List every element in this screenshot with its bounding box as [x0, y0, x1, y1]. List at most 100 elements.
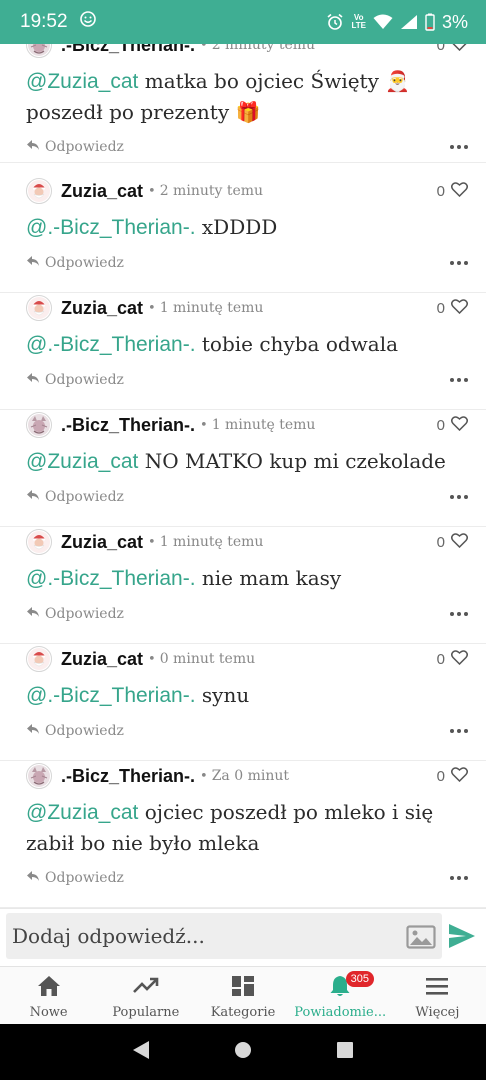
reply-button[interactable]: Odpowiedz	[26, 723, 124, 739]
like-count: 0	[436, 299, 445, 317]
like-control[interactable]: 0	[437, 181, 468, 201]
more-options-icon[interactable]	[450, 729, 468, 733]
heart-icon[interactable]	[451, 766, 468, 786]
reply-button[interactable]: Odpowiedz	[26, 255, 124, 271]
zuzia-avatar[interactable]	[26, 646, 52, 672]
like-control[interactable]: 0	[436, 766, 468, 786]
network-label: LTE	[351, 21, 366, 30]
zuzia-avatar[interactable]	[26, 295, 52, 321]
nav-notifications[interactable]: 305 Powiadomie...	[292, 967, 389, 1024]
zuzia-avatar[interactable]	[26, 178, 52, 204]
comment-author[interactable]: .-Bicz_Therian-.	[61, 766, 195, 787]
comment-author[interactable]: .-Bicz_Therian-.	[61, 44, 195, 56]
more-options-icon[interactable]	[450, 261, 468, 265]
comment: .-Bicz_Therian-. • Za 0 minut 0 @Zuzia_cat o…	[0, 761, 486, 908]
more-options-icon[interactable]	[450, 145, 468, 149]
comment-time: 1 minutę temu	[159, 534, 264, 550]
image-icon[interactable]	[406, 925, 436, 953]
nav-notifications-label: Powiadomie...	[294, 1005, 387, 1020]
home-icon	[37, 975, 61, 1001]
comment-author[interactable]: Zuzia_cat	[61, 532, 143, 553]
signal-icon	[400, 14, 418, 30]
more-options-icon[interactable]	[450, 876, 468, 880]
reply-button[interactable]: Odpowiedz	[26, 489, 124, 505]
reply-button[interactable]: Odpowiedz	[26, 870, 124, 886]
more-options-icon[interactable]	[450, 378, 468, 382]
comment-header: Zuzia_cat • 1 minutę temu 0	[26, 527, 468, 557]
comment-mention[interactable]: @Zuzia_cat	[26, 450, 138, 473]
separator-dot: •	[148, 651, 156, 667]
comment-mention[interactable]: @Zuzia_cat	[26, 801, 138, 824]
menu-icon	[425, 975, 449, 1001]
heart-icon[interactable]	[451, 649, 468, 669]
status-time: 19:52	[20, 11, 68, 32]
comment: Zuzia_cat • 0 minut temu 0 @.-Bicz_Therian-.…	[0, 644, 486, 761]
comment-footer: Odpowiedz	[26, 252, 468, 274]
like-control[interactable]: 0	[437, 44, 468, 55]
like-count: 0	[436, 416, 445, 434]
comment-body: @Zuzia_cat NO MATKO kup mi czekolade	[26, 446, 456, 477]
nav-new[interactable]: Nowe	[0, 967, 97, 1024]
battery-level: 3%	[441, 11, 468, 32]
comment-footer: Odpowiedz	[26, 867, 468, 889]
therian-avatar[interactable]	[26, 412, 52, 438]
like-count: 0	[436, 767, 445, 785]
heart-icon[interactable]	[451, 298, 468, 318]
heart-icon[interactable]	[451, 532, 468, 552]
back-icon[interactable]	[132, 1040, 150, 1064]
like-control[interactable]: 0	[437, 649, 468, 669]
reply-button[interactable]: Odpowiedz	[26, 606, 124, 622]
comment-time: Za 0 minut	[211, 768, 289, 784]
comment-time: 0 minut temu	[159, 651, 256, 667]
reply-button[interactable]: Odpowiedz	[26, 372, 124, 388]
reply-button[interactable]: Odpowiedz	[26, 139, 124, 155]
system-nav-bar	[0, 1024, 486, 1080]
comment-author[interactable]: Zuzia_cat	[61, 181, 143, 202]
trending-icon	[132, 975, 159, 1001]
comment-mention[interactable]: @.-Bicz_Therian-.	[26, 684, 196, 707]
heart-icon[interactable]	[451, 415, 468, 435]
like-control[interactable]: 0	[436, 415, 468, 435]
bottom-nav: Nowe Popularne Kategorie 305 Powiadomie.…	[0, 966, 486, 1024]
separator-dot: •	[200, 44, 208, 53]
comment-body: @Zuzia_cat ojciec poszedł po mleko i się…	[26, 797, 456, 858]
zuzia-avatar[interactable]	[26, 529, 52, 555]
more-options-icon[interactable]	[450, 612, 468, 616]
like-count: 0	[436, 533, 445, 551]
comment-text: xDDDD	[195, 215, 278, 239]
separator-dot: •	[148, 534, 156, 550]
comment-header: Zuzia_cat • 1 minutę temu 0	[26, 293, 468, 323]
like-control[interactable]: 0	[436, 298, 468, 318]
reply-label: Odpowiedz	[45, 255, 124, 271]
therian-avatar[interactable]	[26, 763, 52, 789]
more-options-icon[interactable]	[450, 495, 468, 499]
reply-arrow-icon	[26, 255, 40, 271]
recents-icon[interactable]	[336, 1041, 354, 1063]
home-circle-icon[interactable]	[234, 1041, 252, 1063]
comment-author[interactable]: Zuzia_cat	[61, 298, 143, 319]
comment-body: @.-Bicz_Therian-. tobie chyba odwala	[26, 329, 456, 360]
comment-mention[interactable]: @.-Bicz_Therian-.	[26, 333, 196, 356]
comment-mention[interactable]: @Zuzia_cat	[26, 70, 138, 93]
comment-author[interactable]: Zuzia_cat	[61, 649, 143, 670]
reply-label: Odpowiedz	[45, 606, 124, 622]
reply-arrow-icon	[26, 723, 40, 739]
therian-avatar[interactable]	[26, 44, 52, 58]
nav-popular[interactable]: Popularne	[97, 967, 194, 1024]
reply-input[interactable]	[6, 913, 442, 959]
like-control[interactable]: 0	[436, 532, 468, 552]
heart-icon[interactable]	[451, 44, 468, 55]
comment-mention[interactable]: @.-Bicz_Therian-.	[26, 216, 196, 239]
nav-more[interactable]: Więcej	[389, 967, 486, 1024]
smiley-icon	[79, 11, 96, 33]
heart-icon[interactable]	[451, 181, 468, 201]
like-count: 0	[436, 44, 445, 54]
comment-text: tobie chyba odwala	[195, 332, 399, 356]
nav-more-label: Więcej	[415, 1005, 460, 1020]
comment-footer: Odpowiedz	[26, 486, 468, 508]
comment-author[interactable]: .-Bicz_Therian-.	[61, 415, 195, 436]
nav-categories[interactable]: Kategorie	[194, 967, 291, 1024]
send-icon[interactable]	[448, 923, 476, 953]
comment-mention[interactable]: @.-Bicz_Therian-.	[26, 567, 196, 590]
comment-text: nie mam kasy	[195, 566, 342, 590]
